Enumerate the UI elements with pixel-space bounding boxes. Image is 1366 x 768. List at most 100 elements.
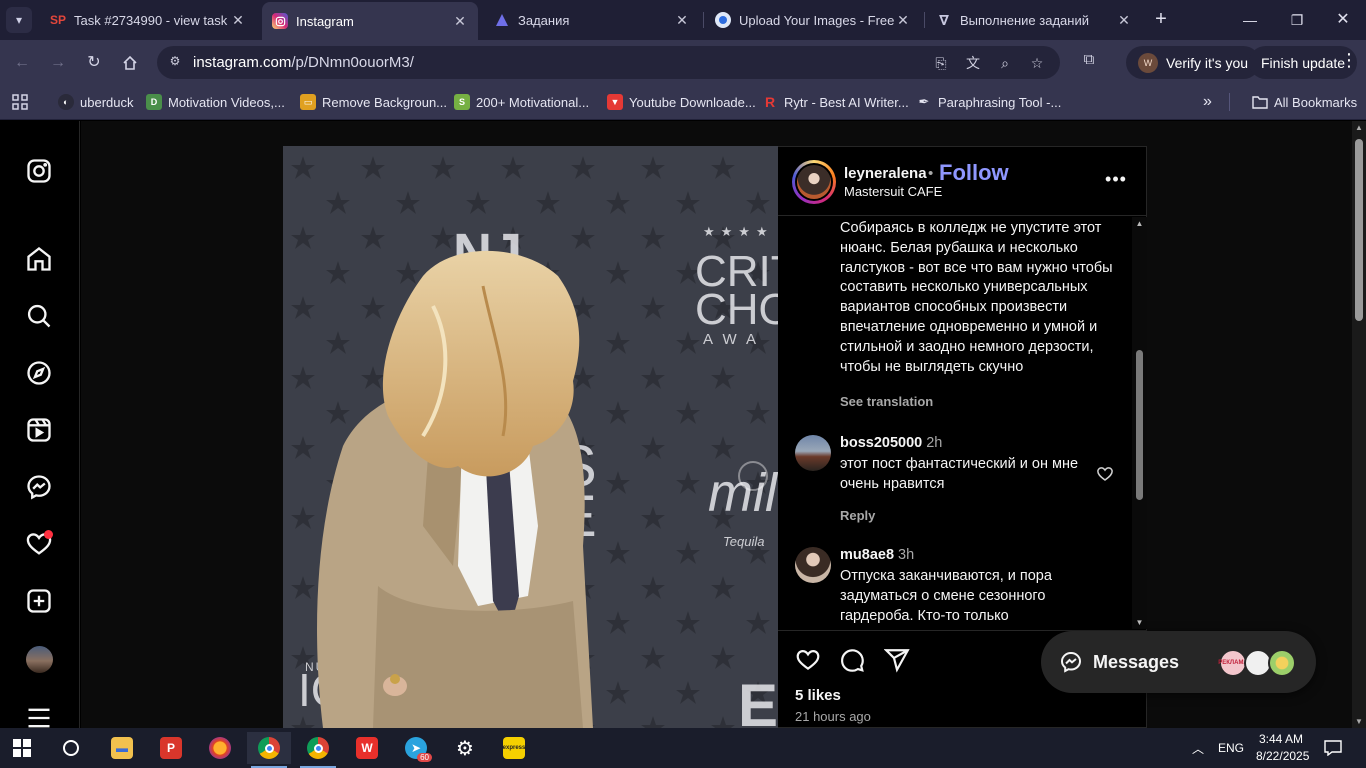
bookmark-remove-background[interactable]: ▭ Remove Backgroun... [300, 92, 447, 112]
create-plus-icon[interactable] [22, 584, 56, 618]
bookmark-uberduck[interactable]: ◐ uberduck [58, 92, 133, 112]
file-explorer-icon[interactable]: ▬ [100, 732, 144, 764]
tab-task[interactable]: SP Task #2734990 - view task ✕ [40, 5, 256, 35]
bookmark-paraphrasing[interactable]: ✒ Paraphrasing Tool -... [916, 92, 1062, 112]
tray-chevron-up-icon[interactable]: ︿ [1192, 728, 1204, 768]
messenger-icon[interactable] [22, 470, 56, 504]
action-center-icon[interactable] [1324, 728, 1342, 768]
author-avatar[interactable] [792, 160, 836, 204]
comments-scrollbar[interactable]: ▲ ▼ [1132, 217, 1147, 629]
telegram-icon[interactable]: ➤ 60 [394, 732, 438, 764]
message-avatar: РЕКЛАМА [1218, 649, 1248, 677]
scrollbar-thumb[interactable] [1355, 139, 1363, 321]
install-app-icon[interactable]: ⎘ [931, 53, 951, 73]
url-text[interactable]: instagram.com/p/DNmn0ouorM3/ [193, 54, 414, 71]
comment-like-heart-icon[interactable] [1096, 465, 1114, 483]
close-icon[interactable]: ✕ [895, 12, 911, 29]
maximize-icon[interactable]: ❐ [1285, 8, 1309, 32]
notifications-heart-icon[interactable] [22, 527, 56, 561]
tab-search-button[interactable]: ▾ [6, 7, 32, 33]
all-bookmarks-button[interactable]: All Bookmarks [1252, 92, 1357, 112]
bookmark-star-icon[interactable]: ☆ [1027, 53, 1047, 73]
more-bookmarks-chevron-icon[interactable]: » [1203, 92, 1212, 112]
comment-username[interactable]: boss205000 2h [840, 435, 942, 451]
post-timestamp[interactable]: 21 hours ago [795, 709, 871, 724]
browser-menu-icon[interactable]: ⋮ [1339, 50, 1359, 74]
language-indicator[interactable]: ENG [1218, 728, 1244, 768]
author-username[interactable]: leyneralena [844, 165, 927, 182]
profile-nav-avatar[interactable] [22, 642, 56, 676]
express-app-icon[interactable]: express [492, 732, 536, 764]
system-clock[interactable]: 3:44 AM 8/22/2025 [1256, 731, 1309, 765]
location-link[interactable]: Mastersuit CAFE [844, 184, 942, 199]
zoom-icon[interactable]: ⌕ [995, 53, 1015, 73]
commenter-avatar[interactable] [795, 435, 831, 471]
reload-icon[interactable]: ↻ [81, 50, 107, 76]
wps-pdf-icon[interactable]: P [149, 732, 193, 764]
apps-grid-icon[interactable] [12, 92, 28, 112]
chrome-icon[interactable] [296, 732, 340, 768]
tab-vypolnenie[interactable]: ∇ Выполнение заданий ✕ [926, 5, 1142, 35]
translate-icon[interactable]: 文 [963, 53, 983, 73]
commenter-avatar[interactable] [795, 547, 831, 583]
extensions-icon[interactable]: ⧉ [1078, 51, 1100, 73]
home-icon[interactable] [117, 50, 143, 76]
see-translation-link[interactable]: See translation [840, 394, 933, 409]
more-options-icon[interactable]: ••• [1105, 169, 1127, 189]
scroll-down-arrow-icon[interactable]: ▼ [1135, 618, 1144, 627]
telegram-badge: 60 [417, 753, 432, 762]
forward-arrow-icon[interactable]: → [45, 50, 71, 76]
scroll-up-arrow-icon[interactable]: ▲ [1355, 123, 1363, 132]
firefox-icon[interactable] [198, 732, 242, 764]
reels-icon[interactable] [22, 413, 56, 447]
tab-instagram[interactable]: Instagram ✕ [262, 2, 478, 40]
address-bar[interactable]: ⚙ instagram.com/p/DNmn0ouorM3/ ⎘ 文 ⌕ ☆ [157, 46, 1060, 79]
sp-favicon-icon: SP [50, 13, 67, 27]
post-header: leyneralena • Follow Mastersuit CAFE ••• [778, 147, 1147, 216]
instagram-sidebar [0, 121, 80, 728]
messages-dock-button[interactable]: Messages РЕКЛАМА [1041, 631, 1316, 693]
post-video[interactable]: NJ CRIT CHO AWA ★★★★ mila Tequila S E NU… [283, 146, 778, 728]
close-icon[interactable]: ✕ [230, 12, 246, 29]
comment-time: 3h [898, 547, 915, 563]
explore-compass-icon[interactable] [22, 356, 56, 390]
tab-upload-images[interactable]: Upload Your Images - Free I ✕ [705, 5, 921, 35]
bookmark-motivation-videos[interactable]: D Motivation Videos,... [146, 92, 285, 112]
share-paper-plane-icon[interactable] [883, 647, 912, 675]
scroll-down-arrow-icon[interactable]: ▼ [1355, 717, 1363, 726]
reply-button[interactable]: Reply [840, 508, 875, 523]
new-tab-plus-icon[interactable]: + [1150, 8, 1172, 30]
close-icon[interactable]: ✕ [1116, 12, 1132, 29]
minimize-icon[interactable]: — [1238, 8, 1262, 32]
page-scrollbar[interactable]: ▲ ▼ [1352, 121, 1366, 728]
taskbar: ▬ P W ➤ 60 ⚙ express ︿ ENG 3:44 AM 8/22/2… [0, 728, 1366, 768]
bookmark-rytr[interactable]: R Rytr - Best AI Writer... [762, 92, 909, 112]
bookmarks-bar: ◐ uberduck D Motivation Videos,... ▭ Remove… [0, 85, 1366, 120]
comment-username[interactable]: mu8ae8 3h [840, 547, 914, 563]
close-icon[interactable]: ✕ [674, 12, 690, 29]
notification-dot [44, 530, 53, 539]
verify-profile-button[interactable]: W Verify it's you [1126, 46, 1261, 79]
tab-zadaniya[interactable]: Задания ✕ [484, 5, 700, 35]
window-close-icon[interactable]: ✕ [1331, 8, 1355, 32]
settings-gear-icon[interactable]: ⚙ [443, 732, 487, 764]
scrollbar-thumb[interactable] [1136, 350, 1143, 500]
wps-office-icon[interactable]: W [345, 732, 389, 764]
home-nav-icon[interactable] [22, 242, 56, 276]
instagram-logo-icon[interactable] [22, 154, 56, 188]
cortana-search-icon[interactable] [49, 732, 93, 764]
follow-button[interactable]: Follow [939, 160, 1009, 186]
likes-count[interactable]: 5 likes [795, 687, 841, 704]
close-icon[interactable]: ✕ [452, 13, 468, 30]
like-heart-icon[interactable] [795, 647, 823, 675]
site-info-icon[interactable]: ⚙ [167, 54, 183, 70]
bookmark-youtube-downloader[interactable]: ▼ Youtube Downloade... [607, 92, 756, 112]
svg-text:E: E [738, 672, 778, 728]
scroll-up-arrow-icon[interactable]: ▲ [1135, 219, 1144, 228]
comment-bubble-icon[interactable] [839, 647, 867, 675]
start-windows-icon[interactable] [0, 732, 44, 764]
bookmark-motivational[interactable]: S 200+ Motivational... [454, 92, 589, 112]
back-arrow-icon[interactable]: ← [9, 50, 35, 76]
chrome-active-icon[interactable] [247, 732, 291, 768]
search-nav-icon[interactable] [22, 299, 56, 333]
